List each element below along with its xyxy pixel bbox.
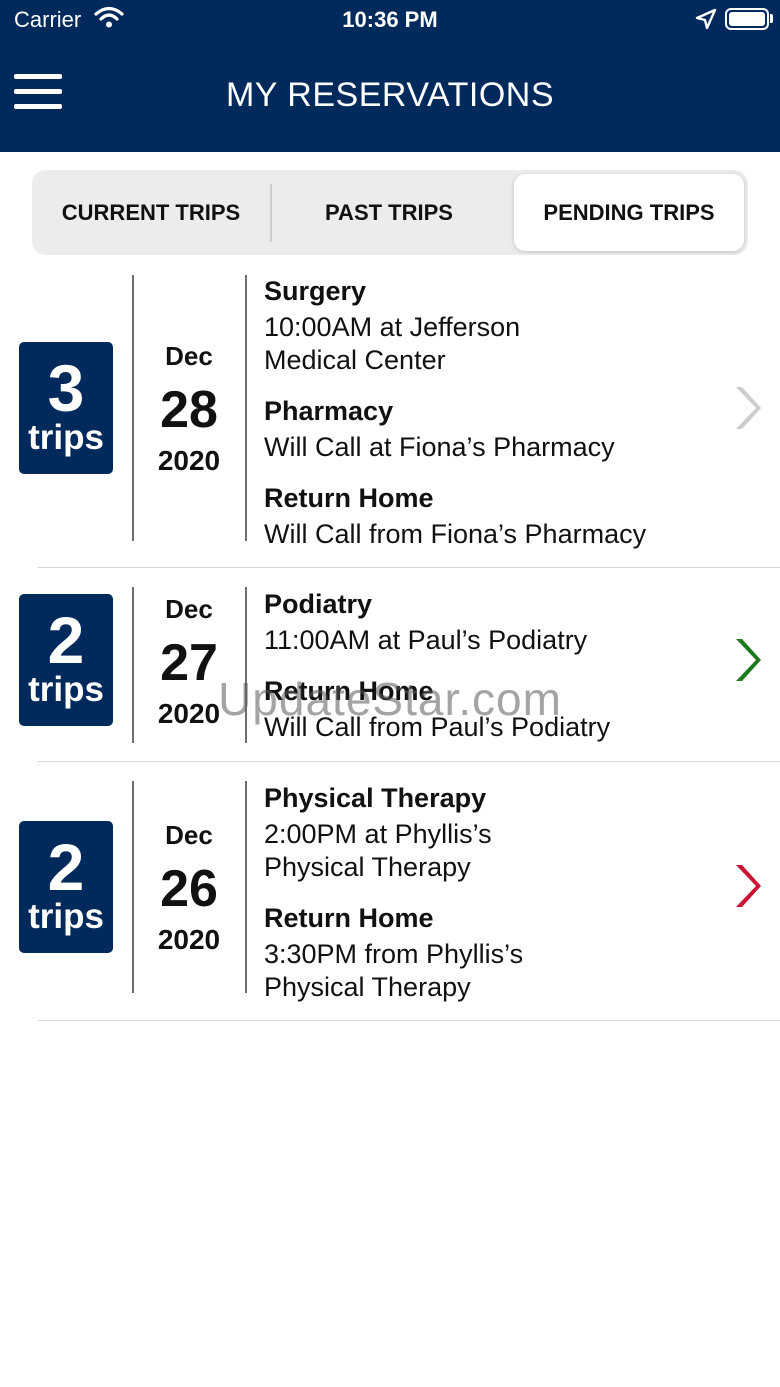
leg-detail: 11:00AM at Paul’s Podiatry: [264, 625, 588, 655]
leg-title: Physical Therapy: [264, 783, 487, 813]
leg-title: Return Home: [264, 483, 434, 513]
date-day: 28: [160, 381, 218, 439]
leg-detail: 10:00AM at Jefferson: [264, 312, 521, 342]
leg-detail: 3:30PM from Phyllis’s: [264, 939, 524, 969]
leg-title: Surgery: [264, 276, 367, 306]
status-time: 10:36 PM: [342, 7, 438, 32]
leg-detail: 2:00PM at Phyllis’s: [264, 819, 492, 849]
date-month: Dec: [165, 341, 213, 371]
divider-line: [245, 275, 247, 541]
leg-detail: Physical Therapy: [264, 972, 471, 1002]
leg-detail: Will Call from Fiona’s Pharmacy: [264, 519, 647, 549]
leg-title: Podiatry: [264, 589, 373, 619]
leg-detail: Will Call at Fiona’s Pharmacy: [264, 432, 615, 462]
reservation-row[interactable]: 3 trips Dec 28 2020 Surgery 10:00AM at J…: [0, 255, 780, 568]
tab-past-trips[interactable]: PAST TRIPS: [270, 170, 508, 255]
date-month: Dec: [165, 594, 213, 624]
watermark: UpdateStar.com: [218, 673, 562, 725]
battery-icon: [725, 8, 769, 30]
date-day: 26: [160, 860, 218, 918]
status-bar: Carrier 10:36 PM: [0, 0, 780, 38]
trip-count: 2: [47, 830, 85, 904]
app-header: MY RESERVATIONS: [0, 38, 780, 152]
leg-title: Pharmacy: [264, 396, 394, 426]
trip-word: trips: [28, 418, 104, 457]
battery-tip: [770, 14, 773, 23]
row-separator: [38, 1020, 780, 1021]
location-arrow-icon: [695, 8, 717, 30]
leg-title: Return Home: [264, 903, 434, 933]
trip-tabs: CURRENT TRIPS PAST TRIPS PENDING TRIPS: [32, 170, 748, 255]
trip-count: 3: [47, 351, 85, 425]
leg-detail: Physical Therapy: [264, 852, 471, 882]
trip-count-badge: 2 trips: [19, 821, 113, 953]
chevron-right-icon[interactable]: [728, 383, 764, 433]
date-month: Dec: [165, 820, 213, 850]
trip-word: trips: [28, 897, 104, 936]
leg-detail: Medical Center: [264, 345, 446, 375]
trip-count: 2: [47, 603, 85, 677]
tab-current-trips[interactable]: CURRENT TRIPS: [32, 170, 270, 255]
reservation-row[interactable]: 2 trips Dec 27 2020 Podiatry 11:00AM at …: [0, 568, 780, 762]
page-title: MY RESERVATIONS: [225, 76, 555, 114]
date-year: 2020: [157, 445, 221, 476]
trip-count-badge: 3 trips: [19, 342, 113, 474]
reservation-row[interactable]: 2 trips Dec 26 2020 Physical Therapy 2:0…: [0, 762, 780, 1021]
date-year: 2020: [157, 924, 221, 955]
chevron-right-icon[interactable]: [728, 861, 764, 911]
tab-pending-trips[interactable]: PENDING TRIPS: [514, 174, 744, 251]
divider-line: [245, 781, 247, 993]
